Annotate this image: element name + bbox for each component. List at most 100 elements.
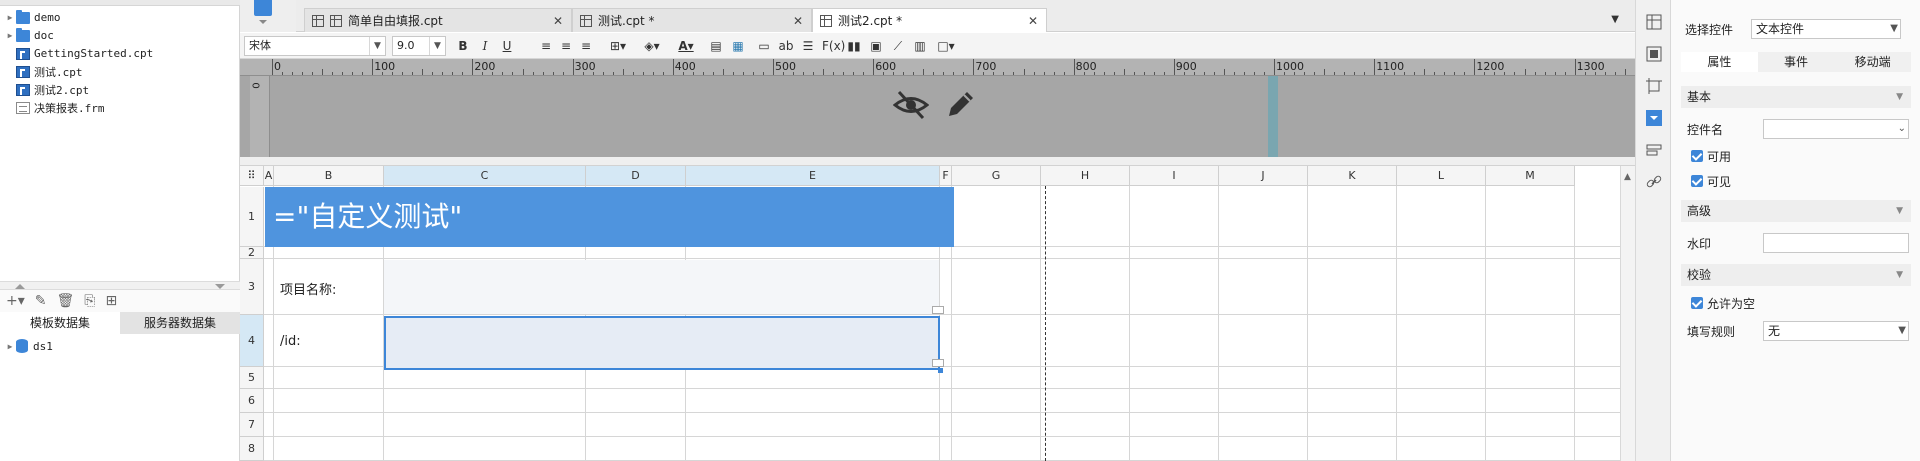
tree-item-test2[interactable]: 测试2.cpt	[0, 81, 240, 98]
column-header[interactable]: B	[274, 166, 384, 186]
dataset-item-ds1[interactable]: ▶ ds1	[0, 337, 240, 355]
column-header[interactable]: D	[586, 166, 686, 186]
font-family-select[interactable]: 宋体 ▼	[244, 36, 386, 56]
tab-test2-cpt[interactable]: 测试2.cpt * ✕	[812, 8, 1047, 32]
insert-slash-icon[interactable]: ⟋	[890, 38, 906, 54]
expand-arrow-icon[interactable]: ▶	[4, 13, 16, 22]
title-formula-cell[interactable]: ="自定义测试"	[265, 187, 954, 247]
row-header[interactable]: 7	[240, 413, 264, 437]
tab-template-dataset[interactable]: 模板数据集	[0, 312, 120, 334]
column-header[interactable]: F	[940, 166, 952, 186]
section-basic[interactable]: 基本 ▼	[1681, 86, 1911, 108]
border-icon[interactable]: ⊞▾	[606, 38, 630, 54]
report-grid[interactable]: ⠿ A B C D E F G H I J K L M 1 2 3 4 5 6 7 8 ="自定义测试" 项目名称: /id:	[240, 166, 1620, 461]
expand-arrow-icon[interactable]: ▶	[4, 31, 16, 40]
chevron-down-icon[interactable]: ▼	[1896, 86, 1903, 108]
expand-arrow-icon[interactable]: ▶	[4, 342, 16, 351]
eye-slash-icon[interactable]	[893, 90, 929, 120]
visible-checkbox[interactable]	[1691, 175, 1703, 187]
widget-settings-icon[interactable]	[1646, 110, 1662, 126]
insert-paragraph-icon[interactable]: ☰	[800, 38, 816, 54]
tab-events[interactable]: 事件	[1757, 52, 1835, 72]
tree-item-doc[interactable]: ▶ doc	[0, 27, 240, 44]
cell-attribute-icon[interactable]	[1646, 46, 1662, 62]
column-header[interactable]: I	[1130, 166, 1219, 186]
bold-button[interactable]: B	[456, 38, 470, 54]
widget-name-input[interactable]: ⌄	[1763, 119, 1909, 139]
id-widget-selected[interactable]	[384, 316, 940, 370]
tab-attributes[interactable]: 属性	[1681, 52, 1758, 72]
column-header[interactable]: G	[952, 166, 1041, 186]
row-header[interactable]: 5	[240, 367, 264, 389]
tab-mobile[interactable]: 移动端	[1834, 52, 1912, 72]
insert-widget-icon[interactable]: □▾	[934, 38, 958, 54]
delete-icon[interactable]: 🗑	[57, 293, 75, 309]
chevron-down-icon[interactable]: ▼	[1896, 200, 1903, 222]
pencil-icon[interactable]	[945, 88, 977, 120]
column-header[interactable]: C	[384, 166, 586, 186]
edit-icon[interactable]: ✎	[35, 293, 47, 309]
font-color-icon[interactable]: A▾	[674, 38, 698, 54]
close-icon[interactable]: ✕	[553, 14, 563, 28]
align-right-icon[interactable]: ≡	[578, 38, 594, 54]
chevron-down-icon[interactable]: ▼	[1896, 264, 1903, 286]
tree-item-decision-report[interactable]: 决策报表.frm	[0, 99, 240, 116]
fill-color-icon[interactable]: ◈▾	[640, 38, 664, 54]
float-element-icon[interactable]	[1646, 78, 1662, 94]
section-validation[interactable]: 校验 ▼	[1681, 264, 1911, 286]
unmerge-cells-icon[interactable]: ▦	[730, 38, 746, 54]
row-header[interactable]: 1	[240, 187, 264, 247]
chevron-down-icon[interactable]: ▼	[429, 37, 445, 55]
merge-cells-icon[interactable]: ▤	[708, 38, 724, 54]
insert-chart-icon[interactable]: ▮▮	[846, 38, 862, 54]
preview-dataset-icon[interactable]: ⎘	[84, 293, 95, 309]
row-header[interactable]: 2	[240, 246, 264, 259]
insert-formula-icon[interactable]: F(x)	[822, 38, 845, 54]
widget-type-select[interactable]: 文本控件 ▼	[1751, 19, 1901, 39]
tab-list-menu-icon[interactable]: ▼	[1611, 14, 1619, 25]
insert-text-icon[interactable]: ▭	[756, 38, 772, 54]
chevron-down-icon[interactable]: ▼	[1898, 322, 1906, 340]
chevron-down-icon[interactable]: ▼	[1890, 20, 1898, 38]
close-icon[interactable]: ✕	[1028, 14, 1038, 28]
enabled-checkbox[interactable]	[1691, 150, 1703, 162]
collapse-down-icon[interactable]	[215, 284, 225, 289]
close-icon[interactable]: ✕	[793, 14, 803, 28]
insert-subreport-icon[interactable]: ▥	[912, 38, 928, 54]
chevron-down-icon[interactable]	[259, 20, 267, 24]
tree-item-demo[interactable]: ▶ demo	[0, 9, 240, 26]
cell-element-icon[interactable]	[1646, 14, 1662, 30]
column-header[interactable]: L	[1397, 166, 1486, 186]
column-header[interactable]: E	[686, 166, 940, 186]
panel-splitter[interactable]	[0, 281, 240, 290]
column-header[interactable]: K	[1308, 166, 1397, 186]
preview-width-marker[interactable]	[1268, 76, 1278, 157]
collapse-up-icon[interactable]	[15, 284, 25, 289]
tab-server-dataset[interactable]: 服务器数据集	[120, 312, 240, 334]
fill-rule-select[interactable]: 无 ▼	[1763, 321, 1909, 341]
font-size-select[interactable]: 9.0 ▼	[392, 36, 446, 56]
row-header[interactable]: 8	[240, 437, 264, 461]
column-header[interactable]: M	[1486, 166, 1575, 186]
chevron-down-icon[interactable]: ⌄	[1898, 120, 1906, 138]
allow-empty-checkbox[interactable]	[1691, 297, 1703, 309]
vertical-scrollbar[interactable]: ▲	[1620, 166, 1635, 461]
add-dataset-icon[interactable]: +▾	[6, 293, 25, 309]
tab-test-cpt[interactable]: 测试.cpt * ✕	[572, 8, 812, 32]
dataset-settings-icon[interactable]: ⊞	[105, 293, 117, 309]
chevron-down-icon[interactable]: ▼	[369, 37, 385, 55]
hyperlink-icon[interactable]	[1646, 174, 1662, 190]
column-header[interactable]: J	[1219, 166, 1308, 186]
selection-drag-handle[interactable]	[938, 368, 943, 373]
chevron-up-icon[interactable]: ▲	[1624, 172, 1631, 182]
tree-item-test[interactable]: 测试.cpt	[0, 63, 240, 80]
preview-divider[interactable]	[240, 157, 1635, 166]
watermark-input[interactable]	[1763, 233, 1909, 253]
row-header[interactable]: 4	[240, 315, 264, 367]
row-header[interactable]: 3	[240, 259, 264, 315]
allow-empty-row[interactable]: 允许为空	[1671, 295, 1920, 311]
align-left-icon[interactable]: ≡	[538, 38, 554, 54]
underline-button[interactable]: U	[500, 38, 514, 54]
grid-corner[interactable]: ⠿	[240, 166, 264, 186]
column-header[interactable]: A	[264, 166, 274, 186]
